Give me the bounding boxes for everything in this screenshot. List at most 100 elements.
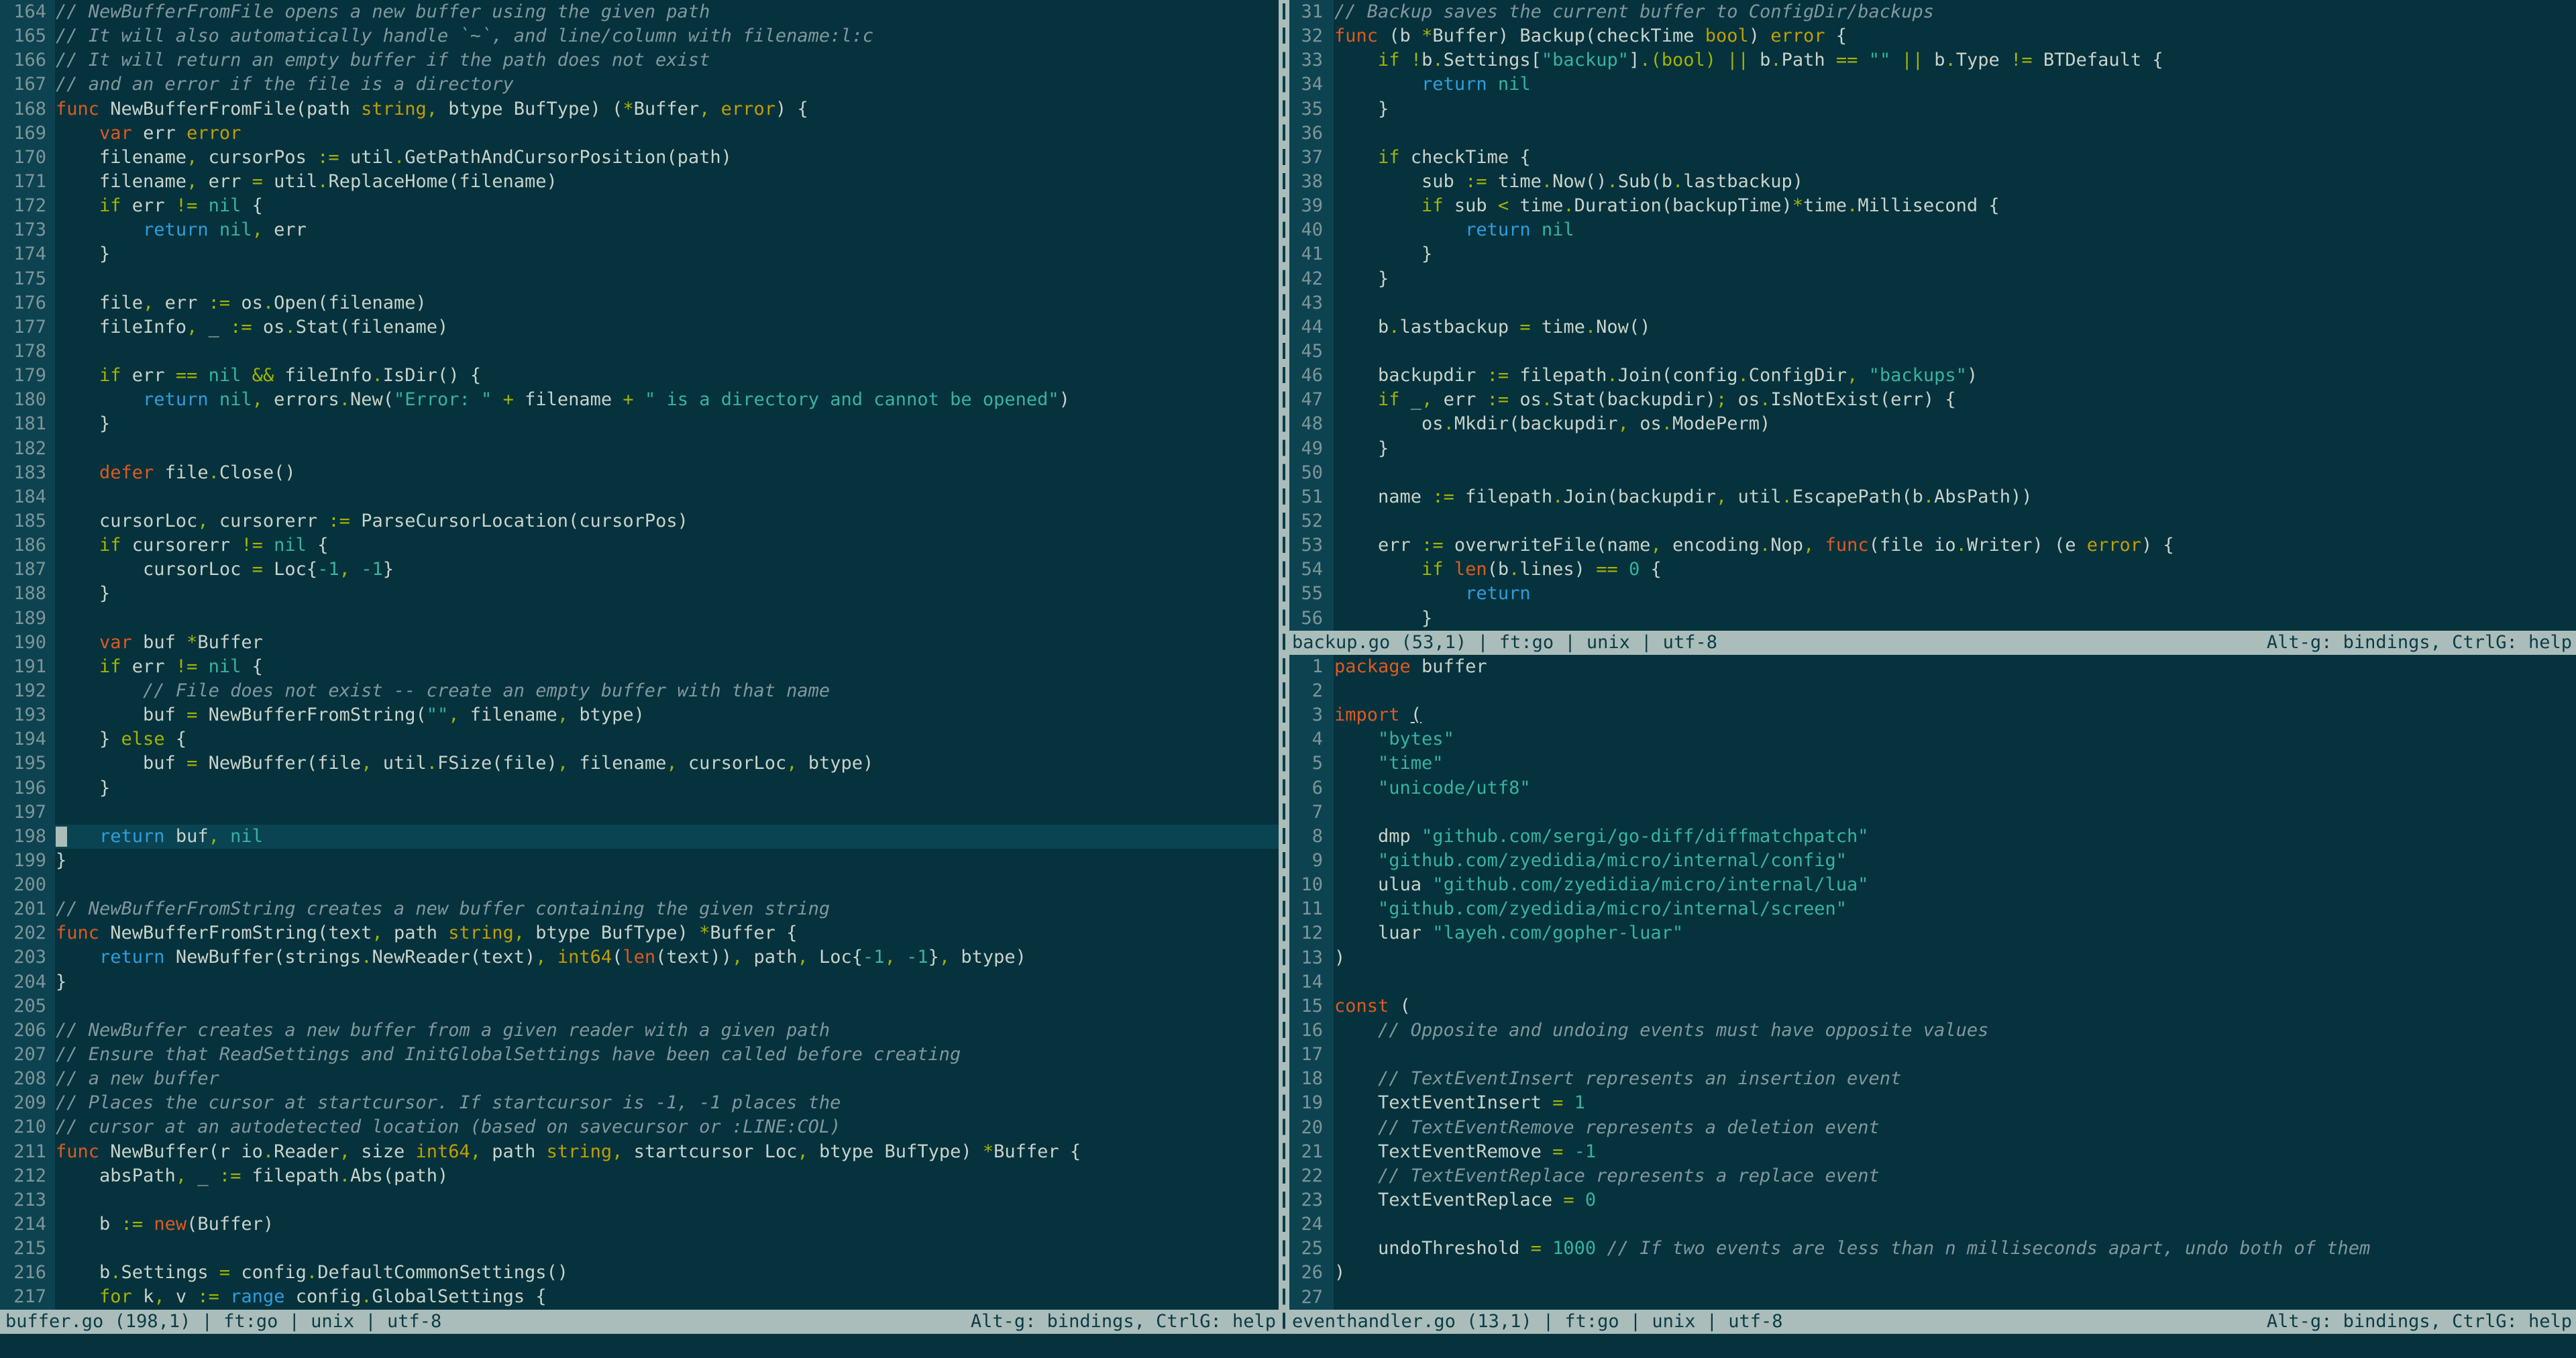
code-line[interactable]: 174 } <box>0 242 1279 267</box>
code-line[interactable]: 26) <box>1289 1261 2576 1286</box>
code-line[interactable]: 49 } <box>1289 436 2576 461</box>
code-line[interactable]: 12 luar "layeh.com/gopher-luar" <box>1289 921 2576 946</box>
code-line[interactable]: 181 } <box>0 412 1279 437</box>
code-line[interactable]: 200 <box>0 873 1279 898</box>
code-line[interactable]: 183 defer file.Close() <box>0 460 1279 485</box>
code-line[interactable]: 1 package buffer <box>1289 654 2576 679</box>
code-line[interactable]: 18 // TextEventInsert represents an inse… <box>1289 1067 2576 1092</box>
code-line[interactable]: 40 return nil <box>1289 218 2576 243</box>
code-line[interactable]: 197 <box>0 800 1279 825</box>
code-line[interactable]: 16 // Opposite and undoing events must h… <box>1289 1018 2576 1043</box>
code-line[interactable]: 171 filename, err = util.ReplaceHome(fil… <box>0 169 1279 195</box>
code-line[interactable]: 52 <box>1289 509 2576 534</box>
code-line[interactable]: 207// Ensure that ReadSettings and InitG… <box>0 1043 1279 1067</box>
code-line[interactable]: 44 b.lastbackup = time.Now() <box>1289 315 2576 340</box>
code-line[interactable]: 20 // TextEventRemove represents a delet… <box>1289 1115 2576 1140</box>
pane-backup-go[interactable]: 31// Backup saves the current buffer to … <box>1289 0 2576 631</box>
code-line[interactable]: 167// and an error if the file is a dire… <box>0 72 1279 97</box>
code-line[interactable]: 206// NewBuffer creates a new buffer fro… <box>0 1018 1279 1043</box>
code-line[interactable]: 8 dmp "github.com/sergi/go-diff/diffmatc… <box>1289 824 2576 849</box>
code-line[interactable]: 190 var buf *Buffer <box>0 630 1279 655</box>
code-line[interactable]: 37 if checkTime { <box>1289 145 2576 170</box>
code-line[interactable]: 33 if !b.Settings["backup"].(bool) || b.… <box>1289 48 2576 73</box>
code-line[interactable]: 170 filename, cursorPos := util.GetPathA… <box>0 145 1279 170</box>
code-line[interactable]: 23 TextEventReplace = 0 <box>1289 1188 2576 1213</box>
code-line[interactable]: 32 func (b *Buffer) Backup(checkTime bool… <box>1289 24 2576 49</box>
code-line[interactable]: 216 b.Settings = config.DefaultCommonSet… <box>0 1261 1279 1286</box>
code-line[interactable]: 210// cursor at an autodetected location… <box>0 1115 1279 1140</box>
code-line[interactable]: 217 for k, v := range config.GlobalSetti… <box>0 1285 1279 1310</box>
code-line[interactable]: 213 <box>0 1188 1279 1213</box>
code-line[interactable]: 15 const ( <box>1289 994 2576 1018</box>
code-line[interactable]: 187 cursorLoc = Loc{-1, -1} <box>0 558 1279 582</box>
code-line[interactable]: 191 if err != nil { <box>0 654 1279 679</box>
code-line[interactable]: 198 return buf, nil <box>0 824 1279 849</box>
code-line[interactable]: 185 cursorLoc, cursorerr := ParseCursorL… <box>0 509 1279 534</box>
code-line[interactable]: 208// a new buffer <box>0 1067 1279 1092</box>
code-line[interactable]: 166// It will return an empty buffer if … <box>0 48 1279 73</box>
code-line[interactable]: 178 <box>0 339 1279 364</box>
code-line[interactable]: 3 import ( <box>1289 703 2576 728</box>
code-line[interactable]: 11 "github.com/zyedidia/micro/internal/s… <box>1289 897 2576 922</box>
code-line[interactable]: 55 return <box>1289 582 2576 607</box>
code-line[interactable]: 6 "unicode/utf8" <box>1289 776 2576 800</box>
code-line[interactable]: 169 var err error <box>0 121 1279 146</box>
code-line[interactable]: 2 <box>1289 679 2576 704</box>
code-line[interactable]: 203 return NewBuffer(strings.NewReader(t… <box>0 945 1279 970</box>
code-line[interactable]: 184 <box>0 484 1279 509</box>
code-line[interactable]: 36 <box>1289 121 2576 146</box>
code-line[interactable]: 192 // File does not exist -- create an … <box>0 678 1279 704</box>
code-line[interactable]: 172 if err != nil { <box>0 194 1279 219</box>
code-line[interactable]: 175 <box>0 266 1279 291</box>
code-line[interactable]: 21 TextEventRemove = -1 <box>1289 1139 2576 1164</box>
code-line[interactable]: 173 return nil, err <box>0 218 1279 243</box>
pane-eventhandler-go[interactable]: 1 package buffer 2 3 import (4 "bytes" 5 "tim… <box>1289 654 2576 1310</box>
code-line[interactable]: 215 <box>0 1237 1279 1261</box>
code-line[interactable]: 180 return nil, errors.New("Error: " + f… <box>0 388 1279 413</box>
code-line[interactable]: 13) <box>1289 945 2576 970</box>
code-line[interactable]: 4 "bytes" <box>1289 727 2576 752</box>
code-line[interactable]: 39 if sub < time.Duration(backupTime)*ti… <box>1289 194 2576 219</box>
code-line[interactable]: 31// Backup saves the current buffer to … <box>1289 0 2576 25</box>
code-line[interactable]: 168 func NewBufferFromFile(path string, b… <box>0 97 1279 121</box>
code-line[interactable]: 38 sub := time.Now().Sub(b.lastbackup) <box>1289 169 2576 195</box>
code-line[interactable]: 199} <box>0 848 1279 874</box>
code-line[interactable]: 164// NewBufferFromFile opens a new buff… <box>0 0 1279 25</box>
code-line[interactable]: 205 <box>0 994 1279 1018</box>
code-line[interactable]: 35 } <box>1289 97 2576 121</box>
code-line[interactable]: 27 <box>1289 1285 2576 1310</box>
code-line[interactable]: 41 } <box>1289 242 2576 267</box>
code-line[interactable]: 189 <box>0 606 1279 631</box>
code-line[interactable]: 186 if cursorerr != nil { <box>0 533 1279 558</box>
code-line[interactable]: 54 if len(b.lines) == 0 { <box>1289 558 2576 582</box>
code-line[interactable]: 179 if err == nil && fileInfo.IsDir() { <box>0 364 1279 388</box>
code-line[interactable]: 51 name := filepath.Join(backupdir, util… <box>1289 484 2576 509</box>
code-line[interactable]: 5 "time" <box>1289 751 2576 776</box>
code-line[interactable]: 211 func NewBuffer(r io.Reader, size int6… <box>0 1139 1279 1164</box>
code-line[interactable]: 10 ulua "github.com/zyedidia/micro/inter… <box>1289 873 2576 898</box>
code-line[interactable]: 182 <box>0 436 1279 461</box>
code-line[interactable]: 9 "github.com/zyedidia/micro/internal/co… <box>1289 848 2576 874</box>
code-line[interactable]: 194 } else { <box>0 727 1279 752</box>
code-line[interactable]: 188 } <box>0 582 1279 607</box>
code-line[interactable]: 7 <box>1289 800 2576 825</box>
code-line[interactable]: 24 <box>1289 1212 2576 1237</box>
code-line[interactable]: 204} <box>0 970 1279 994</box>
code-line[interactable]: 196 } <box>0 776 1279 800</box>
code-line[interactable]: 193 buf = NewBufferFromString("", filena… <box>0 703 1279 728</box>
code-line[interactable]: 50 <box>1289 460 2576 485</box>
code-line[interactable]: 209// Places the cursor at startcursor. … <box>0 1091 1279 1116</box>
code-line[interactable]: 45 <box>1289 339 2576 364</box>
code-line[interactable]: 43 <box>1289 291 2576 315</box>
code-line[interactable]: 14 <box>1289 970 2576 994</box>
code-line[interactable]: 53 err := overwriteFile(name, encoding.N… <box>1289 533 2576 558</box>
code-line[interactable]: 56 } <box>1289 606 2576 631</box>
code-line[interactable]: 42 } <box>1289 266 2576 291</box>
code-line[interactable]: 47 if _, err := os.Stat(backupdir); os.I… <box>1289 388 2576 413</box>
code-line[interactable]: 19 TextEventInsert = 1 <box>1289 1091 2576 1116</box>
code-line[interactable]: 25 undoThreshold = 1000 // If two events… <box>1289 1237 2576 1261</box>
code-line[interactable]: 22 // TextEventReplace represents a repl… <box>1289 1163 2576 1188</box>
code-line[interactable]: 201// NewBufferFromString creates a new … <box>0 897 1279 922</box>
code-line[interactable]: 212 absPath, _ := filepath.Abs(path) <box>0 1163 1279 1188</box>
pane-buffer-go[interactable]: 164// NewBufferFromFile opens a new buff… <box>0 0 1279 1310</box>
